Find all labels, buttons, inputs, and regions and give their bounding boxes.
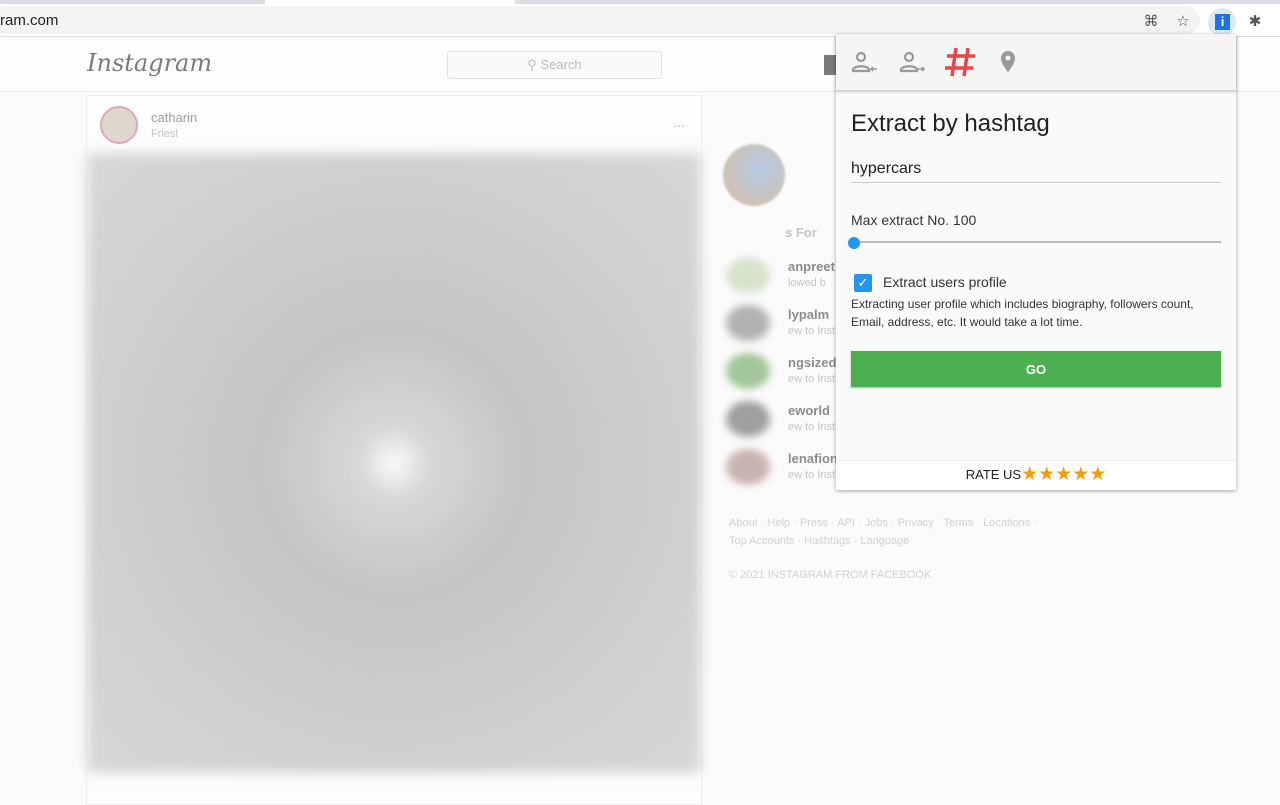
browser-toolbar: ram.com ⌘ ☆ i ✱: [0, 4, 1280, 37]
go-button[interactable]: GO: [851, 351, 1221, 387]
post-username[interactable]: catharin: [151, 110, 197, 125]
extension-popup: Extract by hashtag Max extract No. 100 ✓…: [836, 34, 1236, 490]
extract-profile-checkbox[interactable]: ✓: [854, 274, 872, 292]
avatar[interactable]: [100, 106, 138, 144]
more-options-icon[interactable]: ...: [673, 114, 685, 130]
rating-stars-icon[interactable]: ★★★★★: [1021, 464, 1106, 485]
profile-avatar[interactable]: [723, 144, 785, 206]
suggestion-item[interactable]: lypalm ew to Inst: [726, 305, 836, 345]
star-icon[interactable]: ☆: [1173, 12, 1193, 32]
suggestion-item[interactable]: lenafion ew to Inst: [726, 449, 836, 489]
popup-title: Extract by hashtag: [851, 110, 1050, 137]
location-pin-icon[interactable]: [993, 48, 1023, 78]
post-image[interactable]: [87, 153, 701, 773]
translate-icon[interactable]: ⌘: [1141, 12, 1161, 32]
footer-links[interactable]: Top Accounts · Hashtags · Language: [729, 535, 909, 547]
extract-profile-description: Extracting user profile which includes b…: [851, 297, 1194, 329]
post-location[interactable]: Friesl: [151, 128, 178, 140]
suggestion-item[interactable]: eworld ew to Inst: [726, 401, 836, 441]
user-followers-icon[interactable]: [849, 48, 879, 78]
address-bar[interactable]: ram.com: [0, 6, 1200, 34]
hashtag-input[interactable]: [851, 156, 1221, 183]
copyright: © 2021 INSTAGRAM FROM FACEBOOK: [729, 569, 932, 581]
rate-us-bar[interactable]: RATE US★★★★★: [836, 460, 1236, 490]
max-extract-label: Max extract No. 100: [851, 212, 977, 228]
user-following-icon[interactable]: [897, 48, 927, 78]
popup-tabs: [836, 34, 1236, 90]
hashtag-icon[interactable]: [943, 45, 977, 79]
instagram-logo[interactable]: Instagram: [87, 49, 212, 77]
rate-us-label[interactable]: RATE US: [966, 467, 1021, 482]
search-icon: ⚲: [527, 57, 541, 72]
suggestion-item[interactable]: ngsized ew to Inst: [726, 353, 836, 393]
suggestion-item[interactable]: anpreet lowed b: [726, 257, 836, 297]
suggestions-header: s For: [785, 225, 817, 240]
search-input[interactable]: ⚲ Search: [447, 51, 662, 79]
max-extract-slider[interactable]: [851, 241, 1221, 243]
post-card: catharin Friesl ...: [86, 95, 702, 805]
puzzle-icon[interactable]: ✱: [1245, 12, 1265, 32]
extract-profile-label[interactable]: Extract users profile: [883, 274, 1007, 290]
extension-info-icon[interactable]: i: [1208, 8, 1236, 36]
slider-handle[interactable]: [848, 237, 860, 249]
footer-links[interactable]: About · Help · Press · API · Jobs · Priv…: [729, 517, 1037, 529]
